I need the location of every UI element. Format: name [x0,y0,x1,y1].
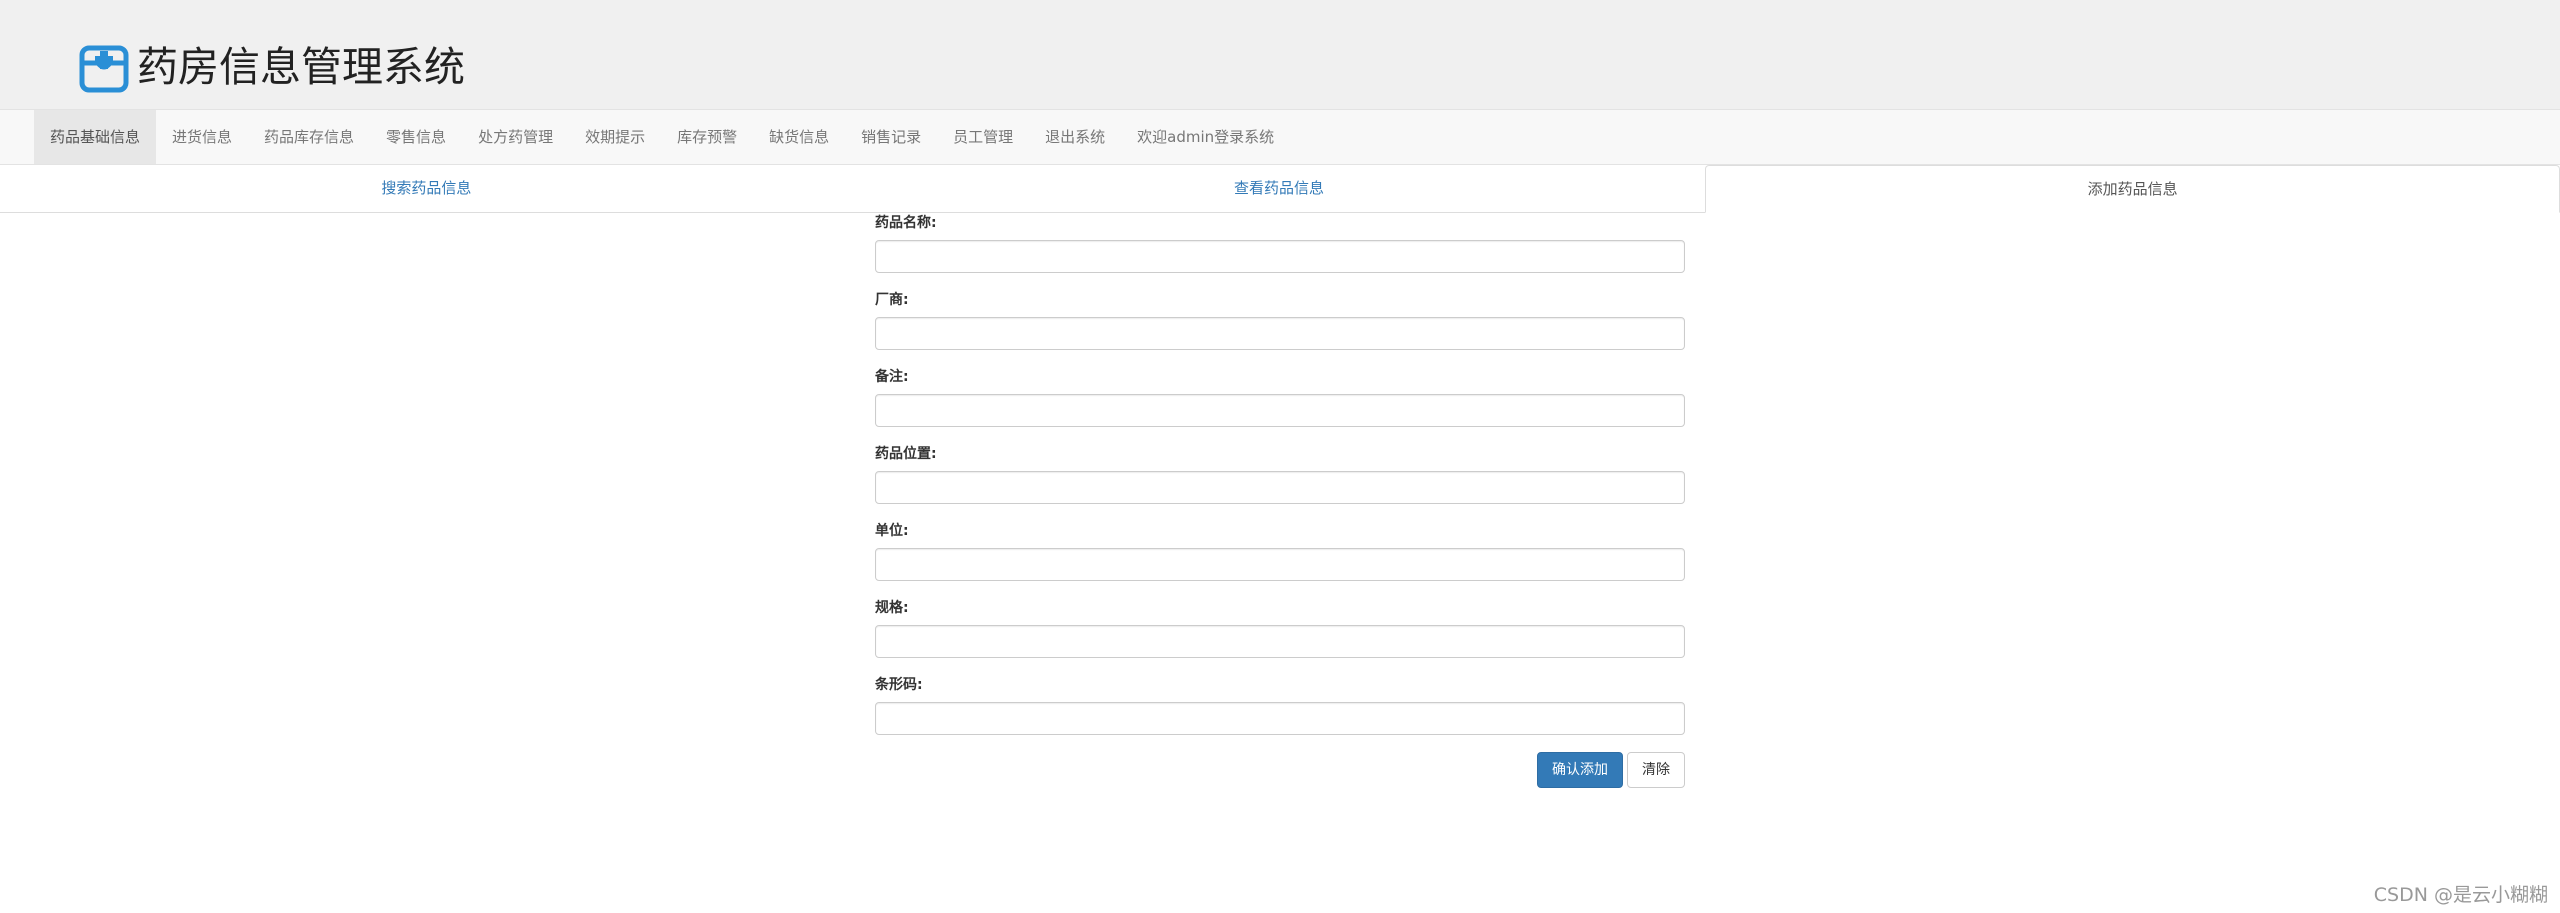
form-group-unit: 单位: [875,521,1685,598]
nav-item-logout[interactable]: 退出系统 [1029,110,1121,164]
top-navbar: 药品基础信息 进货信息 药品库存信息 零售信息 处方药管理 效期提示 库存预警 … [0,109,2560,165]
nav-item-stock-warning[interactable]: 库存预警 [661,110,753,164]
csdn-watermark: CSDN @是云小糊糊 [2373,884,2548,906]
form-group-barcode: 条形码: [875,675,1685,752]
form-group-drug-location: 药品位置: [875,444,1685,521]
specification-label: 规格: [875,600,909,616]
nav-item-welcome-user[interactable]: 欢迎admin登录系统 [1121,110,1290,164]
nav-item-retail-info[interactable]: 零售信息 [370,110,462,164]
unit-label: 单位: [875,523,909,539]
drug-name-input[interactable] [875,240,1685,273]
nav-item-staff-management[interactable]: 员工管理 [937,110,1029,164]
nav-item-out-of-stock[interactable]: 缺货信息 [753,110,845,164]
clear-button[interactable]: 清除 [1627,752,1685,788]
nav-item-expiry-alert[interactable]: 效期提示 [569,110,661,164]
medicine-box-icon [79,45,129,93]
confirm-add-button[interactable]: 确认添加 [1537,752,1623,788]
remarks-input[interactable] [875,394,1685,427]
manufacturer-input[interactable] [875,317,1685,350]
drug-name-label: 药品名称: [875,215,937,231]
form-group-remarks: 备注: [875,367,1685,444]
nav-item-prescription[interactable]: 处方药管理 [462,110,569,164]
tab-view-drug[interactable]: 查看药品信息 [853,165,1706,212]
manufacturer-label: 厂商: [875,292,909,308]
nav-item-purchase-info[interactable]: 进货信息 [156,110,248,164]
nav-item-sales-records[interactable]: 销售记录 [845,110,937,164]
drug-location-label: 药品位置: [875,446,937,462]
barcode-label: 条形码: [875,677,923,693]
tab-bar: 搜索药品信息 查看药品信息 添加药品信息 [0,165,2560,213]
form-group-specification: 规格: [875,598,1685,675]
tab-add-drug[interactable]: 添加药品信息 [1705,165,2560,213]
form-actions: 确认添加 清除 [1537,752,1685,788]
app-title: 药房信息管理系统 [137,43,465,91]
nav-item-inventory-info[interactable]: 药品库存信息 [248,110,370,164]
form-group-manufacturer: 厂商: [875,290,1685,367]
nav-item-drug-basic-info[interactable]: 药品基础信息 [34,110,157,164]
specification-input[interactable] [875,625,1685,658]
page-header: 药房信息管理系统 [0,0,2560,110]
tab-search-drug[interactable]: 搜索药品信息 [0,165,853,212]
drug-location-input[interactable] [875,471,1685,504]
unit-input[interactable] [875,548,1685,581]
barcode-input[interactable] [875,702,1685,735]
form-group-drug-name: 药品名称: [875,213,1685,290]
remarks-label: 备注: [875,369,909,385]
nav-menu: 药品基础信息 进货信息 药品库存信息 零售信息 处方药管理 效期提示 库存预警 … [34,110,1290,164]
add-drug-form: 药品名称: 厂商: 备注: 药品位置: 单位: 规格: 条形码: 确认添加 清除 [875,213,1685,788]
